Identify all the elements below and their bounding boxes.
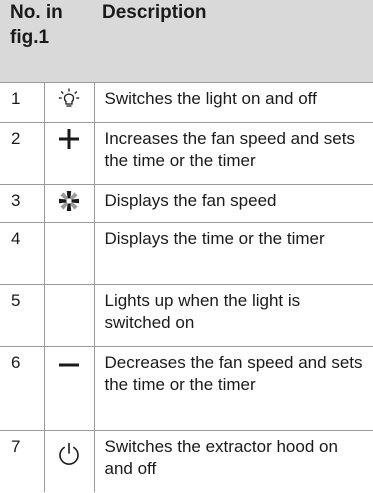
legend-table: No. in fig.1 Description 1 Switches the … [0,0,373,492]
row-icon-cell [43,284,95,346]
row-number: 1 [11,88,21,108]
row-number: 2 [11,128,21,148]
table-header-row: No. in fig.1 Description [0,0,373,82]
table-row: 6 Decreases the fan speed and sets the t… [0,346,373,430]
row-description: Lights up when the light is switched on [104,290,301,332]
fan-icon [45,189,94,213]
table-row: 5 Lights up when the light is switched o… [0,284,373,346]
row-description: Displays the time or the timer [104,228,325,248]
row-description: Switches the extractor hood on and off [104,436,338,478]
row-number: 5 [11,290,21,310]
row-description: Increases the fan speed and sets the tim… [104,128,355,170]
row-number: 3 [11,190,21,210]
row-icon-cell [43,430,95,492]
table-row: 2 Increases the fan speed and sets the t… [0,122,373,184]
row-number: 4 [11,228,21,248]
plus-icon [45,127,94,151]
table-row: 3 Displays the fan speed [0,184,373,222]
row-icon-cell [43,222,95,284]
light-bulb-icon [45,87,94,111]
table-row: 7 Switches the extractor hood on and off [0,430,373,492]
minus-icon [45,359,94,371]
row-icon-cell [43,184,95,222]
row-description: Decreases the fan speed and sets the tim… [104,352,363,394]
power-icon [45,441,94,467]
table-row: 4 Displays the time or the timer [0,222,373,284]
row-number: 7 [11,436,21,456]
row-number: 6 [11,352,21,372]
row-icon-cell [43,122,95,184]
header-number-text: No. in fig.1 [10,2,63,48]
row-icon-cell [43,346,95,430]
header-number: No. in fig.1 [0,0,94,82]
header-description: Description [102,2,207,23]
row-description: Displays the fan speed [104,190,277,210]
row-icon-cell [43,82,95,122]
row-description: Switches the light on and off [104,88,317,108]
table-row: 1 Switches the light on and off [0,82,373,122]
